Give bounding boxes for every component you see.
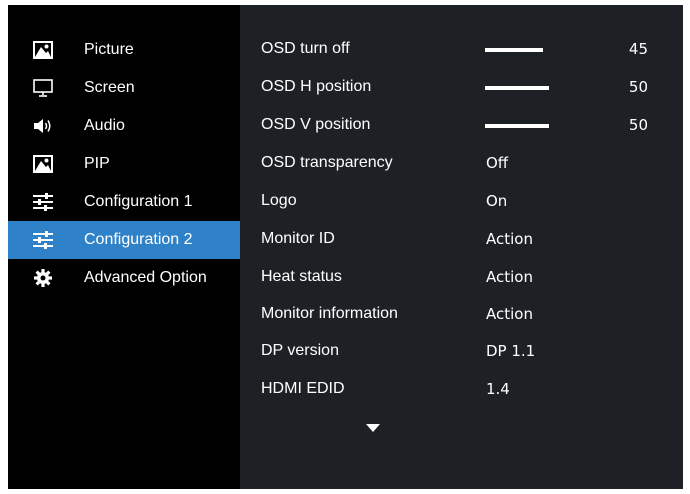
setting-row-osd-transparency[interactable]: OSD transparency Off xyxy=(240,145,683,183)
sidebar-item-label: Advanced Option xyxy=(84,269,207,286)
setting-name: OSD V position xyxy=(261,116,371,133)
sidebar-item-configuration-2[interactable]: Configuration 2 xyxy=(8,221,240,259)
setting-row-monitor-information[interactable]: Monitor information Action xyxy=(240,296,683,334)
setting-value: 45 xyxy=(628,40,648,58)
setting-row-dp-version[interactable]: DP version DP 1.1 xyxy=(240,333,683,371)
setting-name: Heat status xyxy=(261,268,342,285)
sidebar-item-label: PIP xyxy=(84,155,110,172)
sidebar: Picture Screen Audio PIP Configuration 1… xyxy=(8,5,240,489)
picture-icon xyxy=(33,41,53,59)
setting-name: DP version xyxy=(261,342,339,359)
osd-menu: Picture Screen Audio PIP Configuration 1… xyxy=(8,5,683,489)
setting-value: 50 xyxy=(628,116,648,134)
setting-value: Action xyxy=(486,268,533,286)
sidebar-item-audio[interactable]: Audio xyxy=(8,107,240,145)
setting-row-osd-h-position[interactable]: OSD H position 50 xyxy=(240,69,683,107)
setting-row-osd-v-position[interactable]: OSD V position 50 xyxy=(240,107,683,145)
value-bar[interactable] xyxy=(485,48,543,52)
sidebar-item-label: Configuration 2 xyxy=(84,231,193,248)
setting-name: OSD transparency xyxy=(261,154,393,171)
setting-name: Monitor ID xyxy=(261,230,335,247)
sidebar-item-label: Picture xyxy=(84,41,134,58)
setting-row-heat-status[interactable]: Heat status Action xyxy=(240,259,683,297)
value-bar[interactable] xyxy=(485,124,549,128)
sidebar-item-advanced-option[interactable]: Advanced Option xyxy=(8,259,240,297)
sidebar-item-configuration-1[interactable]: Configuration 1 xyxy=(8,183,240,221)
setting-value: 1.4 xyxy=(486,380,510,398)
setting-name: Logo xyxy=(261,192,297,209)
setting-name: HDMI EDID xyxy=(261,380,345,397)
sliders-icon xyxy=(33,193,53,211)
setting-row-monitor-id[interactable]: Monitor ID Action xyxy=(240,221,683,259)
setting-value: Off xyxy=(486,154,509,172)
value-bar[interactable] xyxy=(485,86,549,90)
sidebar-item-label: Screen xyxy=(84,79,135,96)
setting-value: On xyxy=(486,192,508,210)
picture-icon xyxy=(33,155,53,173)
settings-panel: OSD turn off 45 OSD H position 50 OSD V … xyxy=(240,5,683,489)
setting-name: Monitor information xyxy=(261,305,398,322)
sliders-icon xyxy=(33,231,53,249)
sidebar-item-screen[interactable]: Screen xyxy=(8,69,240,107)
gear-icon xyxy=(34,269,52,287)
setting-name: OSD turn off xyxy=(261,40,350,57)
sidebar-item-pip[interactable]: PIP xyxy=(8,145,240,183)
setting-value: DP 1.1 xyxy=(486,342,536,360)
setting-row-osd-turn-off[interactable]: OSD turn off 45 xyxy=(240,31,683,69)
sidebar-item-picture[interactable]: Picture xyxy=(8,31,240,69)
scroll-down-arrow-icon[interactable] xyxy=(366,424,380,432)
sidebar-item-label: Audio xyxy=(84,117,125,134)
speaker-icon xyxy=(34,119,51,133)
setting-value: Action xyxy=(486,230,533,248)
setting-name: OSD H position xyxy=(261,78,372,95)
setting-value: Action xyxy=(486,305,533,323)
setting-row-logo[interactable]: Logo On xyxy=(240,183,683,221)
monitor-icon xyxy=(33,79,53,97)
sidebar-item-label: Configuration 1 xyxy=(84,193,193,210)
setting-value: 50 xyxy=(628,78,648,96)
setting-row-hdmi-edid[interactable]: HDMI EDID 1.4 xyxy=(240,371,683,409)
